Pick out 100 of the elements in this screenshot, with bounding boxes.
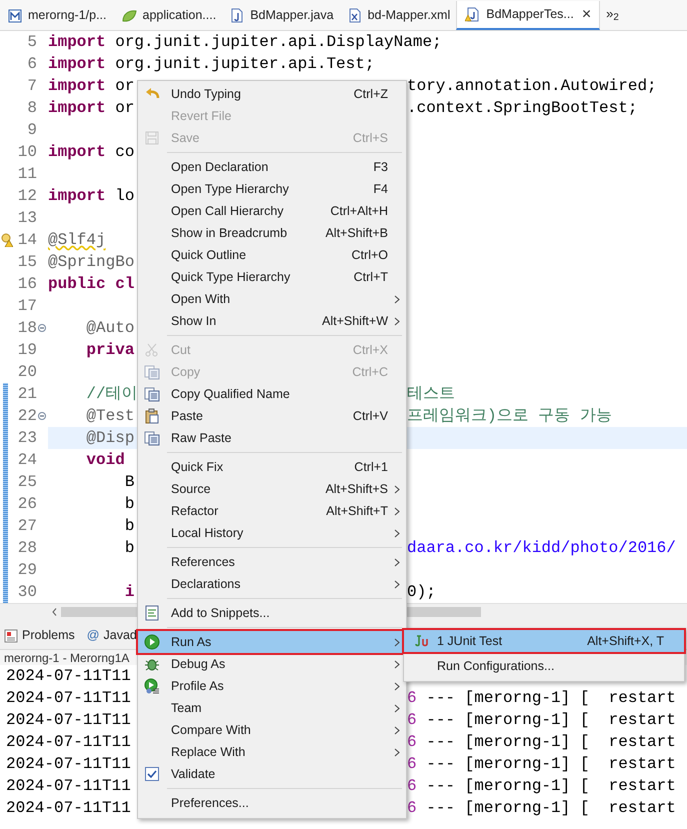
code-text: org.junit.jupiter.api.DisplayName; xyxy=(114,33,442,51)
code-text: public cl xyxy=(48,275,134,293)
code-text: --- [merorng-1] [ restart xyxy=(425,755,676,773)
code-text: import xyxy=(48,77,106,95)
menu-item[interactable]: Copy Qualified Name xyxy=(138,383,406,405)
code-text: 6 xyxy=(407,755,417,773)
code-text: 2024-07-11T11 xyxy=(6,799,131,817)
menu-item[interactable]: Open Type Hierarchy F4 xyxy=(138,178,406,200)
play-icon xyxy=(144,634,160,650)
menu-item[interactable]: Run Configurations... xyxy=(404,652,684,680)
menu-item[interactable]: References xyxy=(138,551,406,573)
code-text: import xyxy=(48,187,106,205)
panel-tab[interactable]: @ Javad xyxy=(86,626,137,645)
line-number: 13 xyxy=(18,208,37,229)
menu-item[interactable]: Declarations xyxy=(138,573,406,595)
leaf-icon xyxy=(120,8,137,22)
menu-item[interactable]: Quick Outline Ctrl+O xyxy=(138,244,406,266)
code-text: import xyxy=(48,143,106,161)
code-text: @Test xyxy=(85,407,134,425)
chevron-right-icon xyxy=(394,528,400,538)
line-number: 24 xyxy=(18,450,37,471)
chevron-right-icon xyxy=(394,726,400,734)
menu-item[interactable]: Show in Breadcrumb Alt+Shift+B xyxy=(138,222,406,244)
code-text: 2024-07-11T11 xyxy=(6,689,131,707)
code-text: //테이 xyxy=(85,385,138,403)
chevron-right-icon xyxy=(394,748,400,756)
menu-item[interactable]: Validate xyxy=(138,763,406,785)
code-text: org.junit.jupiter.api.Test; xyxy=(114,55,374,73)
more-tabs-button[interactable]: »$_{2}$ xyxy=(606,4,619,23)
line-number: 11 xyxy=(18,164,37,185)
problems-icon xyxy=(4,628,18,643)
line-number: 6 xyxy=(27,54,37,75)
code-text: 2024-07-11T11 xyxy=(6,733,131,751)
chevron-right-icon xyxy=(394,558,400,566)
menu-item[interactable]: Add to Snippets... xyxy=(138,602,406,624)
chevron-right-icon xyxy=(394,506,400,516)
chevron-right-icon xyxy=(394,638,400,646)
line-number: 22 xyxy=(18,406,37,427)
menu-item[interactable]: Refactor Alt+Shift+T xyxy=(138,500,406,522)
line-number: 9 xyxy=(27,120,37,141)
menu-item[interactable]: Source Alt+Shift+S xyxy=(138,478,406,500)
menu-item[interactable]: Show In Alt+Shift+W xyxy=(138,310,406,332)
scroll-left-icon[interactable] xyxy=(52,608,57,616)
menu-item[interactable]: Undo Typing Ctrl+Z xyxy=(138,83,406,105)
code-text: B xyxy=(124,473,134,491)
line-number: 5 xyxy=(27,32,37,53)
menu-item[interactable]: Preferences... xyxy=(138,792,406,814)
editor-tab[interactable]: application.... xyxy=(112,1,222,30)
menu-item[interactable]: Paste Ctrl+V xyxy=(138,405,406,427)
code-text: priva xyxy=(85,341,134,359)
menu-item[interactable]: Team xyxy=(138,697,406,719)
code-text: 2024-07-11T11 xyxy=(6,755,131,773)
menu-item[interactable]: Quick Type Hierarchy Ctrl+T xyxy=(138,266,406,288)
editor-tab[interactable]: bd-Mapper.xml xyxy=(340,1,456,30)
line-number: 14 xyxy=(18,230,37,251)
line-number: 10 xyxy=(18,142,37,163)
line-number: 18 xyxy=(18,318,37,339)
menu-item[interactable]: Replace With xyxy=(138,741,406,763)
panel-tab[interactable]: Problems xyxy=(4,626,75,645)
menu-item[interactable]: Open With xyxy=(138,288,406,310)
menu-item[interactable]: Debug As xyxy=(138,653,406,675)
chevron-right-icon xyxy=(394,704,400,712)
menu-item[interactable]: Open Call Hierarchy Ctrl+Alt+H xyxy=(138,200,406,222)
code-text: b xyxy=(124,495,134,513)
code-text: @Disp xyxy=(85,429,134,447)
code-text: import xyxy=(48,33,106,51)
line-number: 8 xyxy=(27,98,37,119)
menu-item[interactable]: Quick Fix Ctrl+1 xyxy=(138,456,406,478)
clipboard-icon xyxy=(144,408,160,424)
document-icon xyxy=(8,8,22,22)
line-number: 30 xyxy=(18,582,37,603)
editor-tab[interactable]: BdMapper.java xyxy=(222,1,340,30)
line-number: 16 xyxy=(18,274,37,295)
line-number: 25 xyxy=(18,472,37,493)
editor-tab[interactable]: merorng-1/p... xyxy=(0,1,113,30)
code-text: or xyxy=(114,77,134,95)
menu-item[interactable]: Open Declaration F3 xyxy=(138,156,406,178)
menu-item[interactable]: Compare With xyxy=(138,719,406,741)
code-text: import xyxy=(48,99,106,117)
copy-icon xyxy=(144,386,160,402)
menu-item[interactable]: Local History xyxy=(138,522,406,544)
code-text: --- [merorng-1] [ restart xyxy=(425,733,676,751)
xml-file-icon xyxy=(348,8,362,23)
line-number: 7 xyxy=(27,76,37,97)
code-text: b xyxy=(124,517,134,535)
line-number: 26 xyxy=(18,494,37,515)
code-text: 테스트 xyxy=(407,385,455,403)
menu-item[interactable]: 1 JUnit Test Alt+Shift+X, T xyxy=(404,630,684,652)
line-number: 17 xyxy=(18,296,37,317)
scissors-icon xyxy=(144,342,160,358)
editor-tab[interactable]: BdMapperTes... × xyxy=(456,1,600,30)
code-text: 프레임워크)으로 구동 가능 xyxy=(407,407,612,425)
code-text: 6 xyxy=(407,799,417,817)
chevron-right-icon xyxy=(394,580,400,588)
code-text: --- [merorng-1] [ restart xyxy=(425,777,676,795)
menu-item[interactable]: Raw Paste xyxy=(138,427,406,449)
code-text: i xyxy=(124,583,134,601)
close-button[interactable]: × xyxy=(580,2,594,26)
menu-item[interactable]: Profile As xyxy=(138,675,406,697)
code-text: 2024-07-11T11 xyxy=(6,777,131,795)
